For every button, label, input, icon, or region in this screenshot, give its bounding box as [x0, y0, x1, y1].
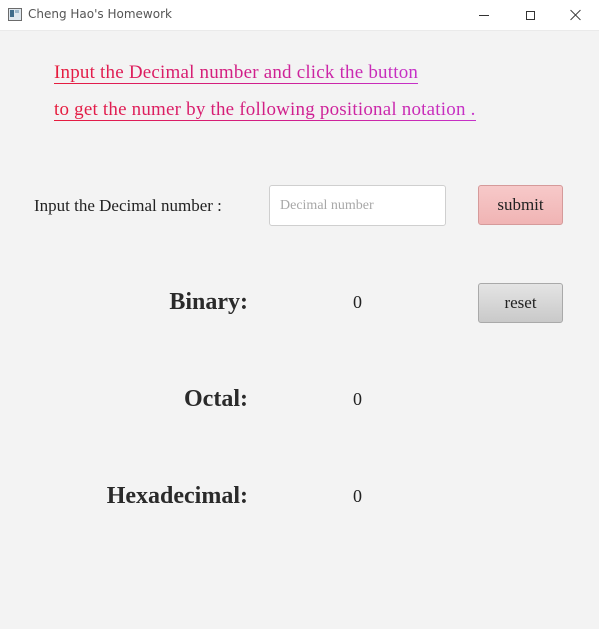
app-window-icon — [8, 8, 22, 21]
hexadecimal-value: 0 — [353, 486, 362, 506]
minimize-button[interactable] — [461, 0, 507, 30]
decimal-number-input[interactable] — [269, 185, 446, 226]
title-bar[interactable]: Cheng Hao's Homework — [0, 0, 599, 31]
instruction-underline-1 — [54, 82, 419, 84]
reset-button[interactable]: reset — [478, 283, 563, 323]
octal-label: Octal: — [184, 386, 248, 412]
instruction-line-2: to get the numer by the following positi… — [54, 99, 476, 123]
maximize-button[interactable] — [507, 0, 553, 30]
binary-value: 0 — [353, 292, 362, 312]
instruction-line-1: Input the Decimal number and click the b… — [54, 62, 419, 86]
decimal-input-label: Input the Decimal number : — [34, 196, 222, 215]
maximize-icon — [525, 10, 535, 20]
submit-button[interactable]: submit — [478, 185, 563, 225]
close-icon — [570, 9, 582, 21]
minimize-icon — [479, 14, 489, 16]
close-button[interactable] — [553, 0, 599, 30]
octal-value: 0 — [353, 389, 362, 409]
instruction-text-2: to get the numer by the following positi… — [54, 99, 476, 120]
instruction-text-1: Input the Decimal number and click the b… — [54, 62, 419, 83]
hexadecimal-label: Hexadecimal: — [106, 483, 248, 509]
instruction-underline-2 — [54, 119, 476, 121]
window-title: Cheng Hao's Homework — [28, 7, 172, 21]
binary-label: Binary: — [169, 289, 248, 315]
